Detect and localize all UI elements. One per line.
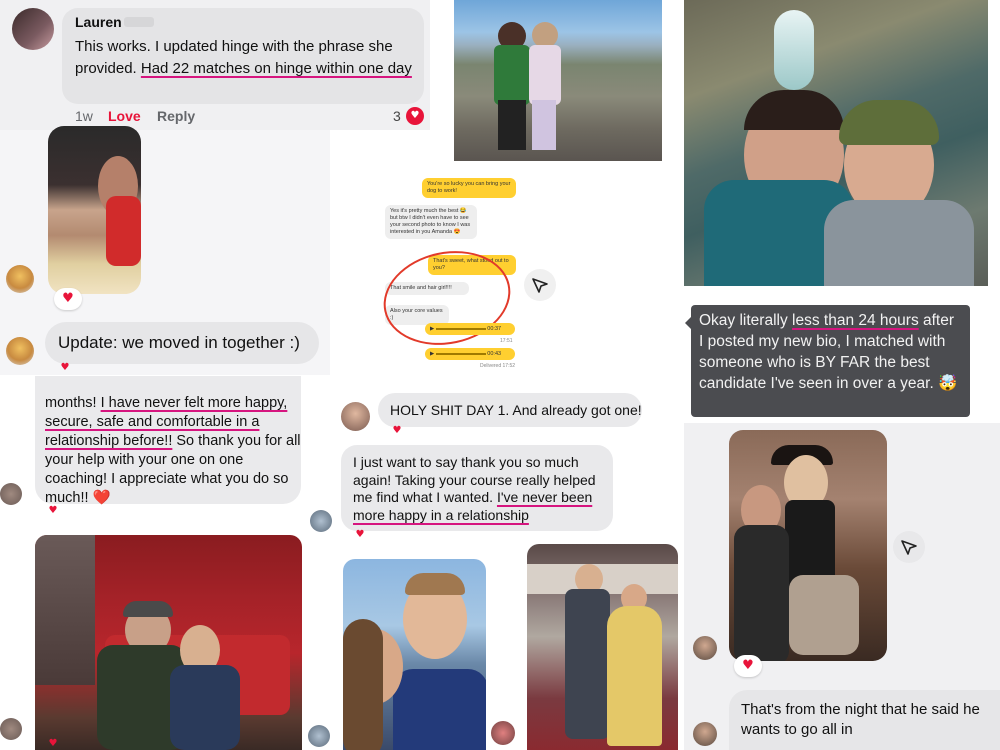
months-message-text: months! I have never felt more happy, se… bbox=[45, 394, 307, 508]
beach-couple-photo[interactable] bbox=[343, 559, 486, 750]
delivered-status: Delivered 17:52 bbox=[480, 363, 516, 369]
comment-text: This works. I updated hinge with the phr… bbox=[75, 36, 423, 80]
heart-reaction-icon[interactable]: ♥ bbox=[56, 361, 74, 375]
reply-button[interactable]: Reply bbox=[157, 108, 195, 124]
avatar[interactable] bbox=[310, 510, 332, 532]
avatar[interactable] bbox=[693, 722, 717, 746]
like-count: 3 bbox=[393, 108, 401, 124]
couple-selfie-photo[interactable] bbox=[48, 126, 141, 294]
comment-time: 1w bbox=[75, 108, 93, 124]
heart-emoji: ❤️ bbox=[92, 490, 111, 506]
waterfall-couple-photo[interactable] bbox=[684, 0, 988, 286]
chat-message: Yes it's pretty much the best 😂 but btw … bbox=[385, 205, 477, 239]
red-booth-couple-photo[interactable] bbox=[35, 535, 302, 750]
heart-reaction-icon[interactable]: ♥ bbox=[388, 424, 406, 438]
comment-author-blur bbox=[124, 17, 154, 27]
comment-text-highlight: Had 22 matches on hinge within one day bbox=[140, 60, 412, 77]
holy-message-text: HOLY SHIT DAY 1. And already got one! bbox=[390, 402, 642, 418]
avatar[interactable] bbox=[6, 337, 34, 365]
audio-message[interactable]: ▶ 00:43 bbox=[425, 348, 515, 360]
avatar[interactable] bbox=[0, 483, 22, 505]
comment-author[interactable]: Lauren bbox=[75, 14, 122, 30]
avatar[interactable] bbox=[6, 265, 34, 293]
update-message-text: Update: we moved in together :) bbox=[58, 333, 300, 352]
heart-reaction-icon[interactable]: ♥ bbox=[406, 107, 424, 125]
mountain-couple-photo[interactable] bbox=[454, 0, 662, 161]
months-text-start: months! bbox=[45, 395, 101, 411]
heart-reaction-icon[interactable]: ♥ bbox=[351, 528, 369, 542]
night-message-text: That's from the night that he said he wa… bbox=[741, 701, 980, 738]
love-button[interactable]: Love bbox=[108, 108, 141, 124]
avatar[interactable] bbox=[308, 725, 330, 747]
avatar[interactable] bbox=[0, 718, 22, 740]
audio-duration: 00:43 bbox=[487, 351, 502, 357]
avatar[interactable] bbox=[341, 402, 370, 431]
heart-reaction-icon[interactable]: ♥ bbox=[54, 288, 82, 310]
audio-message[interactable]: ▶ 00:37 bbox=[425, 323, 515, 335]
avatar[interactable] bbox=[693, 636, 717, 660]
heart-reaction-icon[interactable]: ♥ bbox=[44, 737, 62, 750]
thankyou-message-text: I just want to say thank you so much aga… bbox=[353, 454, 607, 524]
audio-time: 17:51 bbox=[500, 338, 513, 344]
chat-message: You're so lucky you can bring your dog t… bbox=[422, 178, 516, 198]
heart-reaction-icon[interactable]: ♥ bbox=[44, 504, 62, 518]
formal-couple-photo[interactable] bbox=[527, 544, 678, 750]
avatar[interactable] bbox=[12, 8, 54, 50]
mind-blown-emoji: 🤯 bbox=[938, 374, 958, 392]
bio-text-start: Okay literally bbox=[699, 312, 793, 329]
heart-reaction-icon[interactable]: ♥ bbox=[734, 655, 762, 677]
bio-message-bubble: Okay literally less than 24 hours after … bbox=[685, 305, 970, 417]
send-icon[interactable] bbox=[524, 269, 556, 301]
hat-couple-photo[interactable] bbox=[729, 430, 887, 661]
audio-duration: 00:37 bbox=[487, 326, 502, 332]
avatar[interactable] bbox=[491, 721, 515, 745]
send-icon[interactable] bbox=[893, 531, 925, 563]
bio-text-highlight: less than 24 hours bbox=[792, 312, 919, 329]
